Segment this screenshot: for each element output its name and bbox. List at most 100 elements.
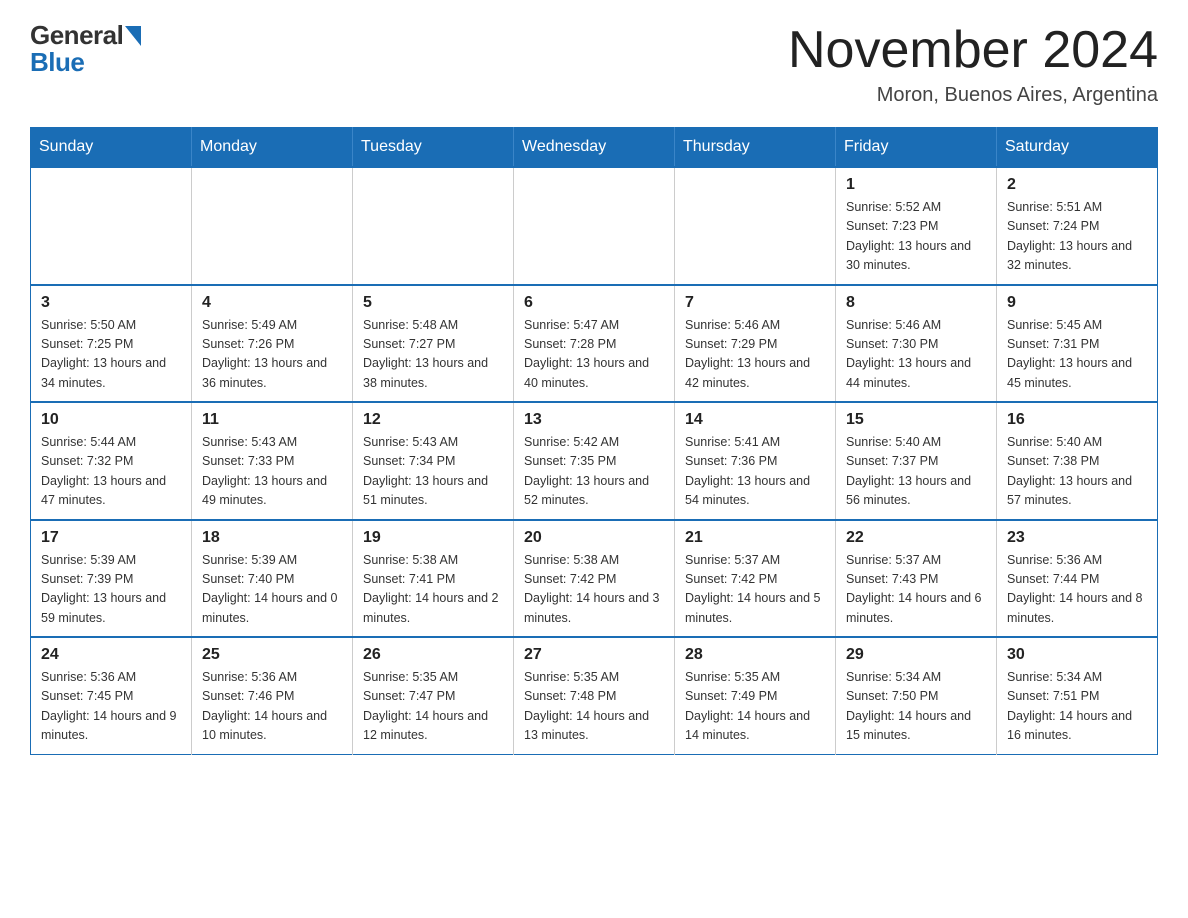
table-row: 28 Sunrise: 5:35 AMSunset: 7:49 PMDayligh… — [675, 637, 836, 754]
day-info: Sunrise: 5:43 AMSunset: 7:33 PMDaylight:… — [202, 433, 342, 511]
day-info: Sunrise: 5:43 AMSunset: 7:34 PMDaylight:… — [363, 433, 503, 511]
day-number: 21 — [685, 529, 825, 547]
calendar-week-row: 10Sunrise: 5:44 AMSunset: 7:32 PMDayligh… — [31, 402, 1158, 520]
day-info: Sunrise: 5:35 AMSunset: 7:48 PMDaylight:… — [524, 668, 664, 746]
day-info: Sunrise: 5:39 AMSunset: 7:40 PMDaylight:… — [202, 551, 342, 629]
day-info: Sunrise: 5:38 AMSunset: 7:41 PMDaylight:… — [363, 551, 503, 629]
day-number: 4 — [202, 294, 342, 312]
header-tuesday: Tuesday — [353, 128, 514, 168]
day-info: Sunrise: 5:41 AMSunset: 7:36 PMDaylight:… — [685, 433, 825, 511]
table-row: 15 Sunrise: 5:40 AMSunset: 7:37 PMDayligh… — [836, 402, 997, 520]
table-row: 5 Sunrise: 5:48 AMSunset: 7:27 PMDaylight… — [353, 285, 514, 403]
day-number: 7 — [685, 294, 825, 312]
day-number: 9 — [1007, 294, 1147, 312]
day-number: 3 — [41, 294, 181, 312]
table-row: 1 Sunrise: 5:52 AMSunset: 7:23 PMDaylight… — [836, 167, 997, 285]
page-title: November 2024 — [788, 20, 1158, 80]
day-info: Sunrise: 5:40 AMSunset: 7:37 PMDaylight:… — [846, 433, 986, 511]
day-number: 11 — [202, 411, 342, 429]
calendar-week-row: 3 Sunrise: 5:50 AMSunset: 7:25 PMDaylight… — [31, 285, 1158, 403]
day-number: 28 — [685, 646, 825, 664]
table-row: 12 Sunrise: 5:43 AMSunset: 7:34 PMDayligh… — [353, 402, 514, 520]
table-row: 23 Sunrise: 5:36 AMSunset: 7:44 PMDayligh… — [997, 520, 1158, 638]
day-number: 30 — [1007, 646, 1147, 664]
day-info: Sunrise: 5:36 AMSunset: 7:44 PMDaylight:… — [1007, 551, 1147, 629]
table-row: 10Sunrise: 5:44 AMSunset: 7:32 PMDayligh… — [31, 402, 192, 520]
table-row: 7 Sunrise: 5:46 AMSunset: 7:29 PMDaylight… — [675, 285, 836, 403]
table-row: 8Sunrise: 5:46 AMSunset: 7:30 PMDaylight… — [836, 285, 997, 403]
weekday-header-row: Sunday Monday Tuesday Wednesday Thursday… — [31, 128, 1158, 168]
day-info: Sunrise: 5:34 AMSunset: 7:51 PMDaylight:… — [1007, 668, 1147, 746]
table-row — [192, 167, 353, 285]
calendar-week-row: 24 Sunrise: 5:36 AMSunset: 7:45 PMDayligh… — [31, 637, 1158, 754]
day-info: Sunrise: 5:48 AMSunset: 7:27 PMDaylight:… — [363, 316, 503, 394]
location-subtitle: Moron, Buenos Aires, Argentina — [788, 84, 1158, 107]
table-row: 21 Sunrise: 5:37 AMSunset: 7:42 PMDayligh… — [675, 520, 836, 638]
logo-blue: Blue — [30, 47, 84, 78]
logo-triangle-icon — [125, 26, 141, 46]
day-info: Sunrise: 5:46 AMSunset: 7:29 PMDaylight:… — [685, 316, 825, 394]
day-info: Sunrise: 5:40 AMSunset: 7:38 PMDaylight:… — [1007, 433, 1147, 511]
table-row: 4 Sunrise: 5:49 AMSunset: 7:26 PMDaylight… — [192, 285, 353, 403]
day-number: 12 — [363, 411, 503, 429]
day-number: 5 — [363, 294, 503, 312]
day-info: Sunrise: 5:50 AMSunset: 7:25 PMDaylight:… — [41, 316, 181, 394]
day-info: Sunrise: 5:35 AMSunset: 7:49 PMDaylight:… — [685, 668, 825, 746]
day-number: 17 — [41, 529, 181, 547]
day-info: Sunrise: 5:45 AMSunset: 7:31 PMDaylight:… — [1007, 316, 1147, 394]
table-row: 13Sunrise: 5:42 AMSunset: 7:35 PMDayligh… — [514, 402, 675, 520]
day-number: 6 — [524, 294, 664, 312]
day-info: Sunrise: 5:37 AMSunset: 7:42 PMDaylight:… — [685, 551, 825, 629]
day-info: Sunrise: 5:51 AMSunset: 7:24 PMDaylight:… — [1007, 198, 1147, 276]
day-number: 14 — [685, 411, 825, 429]
day-info: Sunrise: 5:36 AMSunset: 7:46 PMDaylight:… — [202, 668, 342, 746]
header-sunday: Sunday — [31, 128, 192, 168]
day-info: Sunrise: 5:49 AMSunset: 7:26 PMDaylight:… — [202, 316, 342, 394]
table-row: 18Sunrise: 5:39 AMSunset: 7:40 PMDayligh… — [192, 520, 353, 638]
header-friday: Friday — [836, 128, 997, 168]
day-number: 24 — [41, 646, 181, 664]
table-row: 2 Sunrise: 5:51 AMSunset: 7:24 PMDaylight… — [997, 167, 1158, 285]
day-number: 23 — [1007, 529, 1147, 547]
day-info: Sunrise: 5:46 AMSunset: 7:30 PMDaylight:… — [846, 316, 986, 394]
table-row — [514, 167, 675, 285]
table-row: 24 Sunrise: 5:36 AMSunset: 7:45 PMDayligh… — [31, 637, 192, 754]
table-row — [31, 167, 192, 285]
table-row: 17 Sunrise: 5:39 AMSunset: 7:39 PMDayligh… — [31, 520, 192, 638]
table-row: 29 Sunrise: 5:34 AMSunset: 7:50 PMDayligh… — [836, 637, 997, 754]
table-row — [675, 167, 836, 285]
table-row: 20Sunrise: 5:38 AMSunset: 7:42 PMDayligh… — [514, 520, 675, 638]
header-monday: Monday — [192, 128, 353, 168]
day-number: 29 — [846, 646, 986, 664]
table-row: 6 Sunrise: 5:47 AMSunset: 7:28 PMDaylight… — [514, 285, 675, 403]
table-row: 19 Sunrise: 5:38 AMSunset: 7:41 PMDayligh… — [353, 520, 514, 638]
table-row: 14 Sunrise: 5:41 AMSunset: 7:36 PMDayligh… — [675, 402, 836, 520]
calendar-week-row: 1 Sunrise: 5:52 AMSunset: 7:23 PMDaylight… — [31, 167, 1158, 285]
day-number: 27 — [524, 646, 664, 664]
table-row — [353, 167, 514, 285]
day-info: Sunrise: 5:34 AMSunset: 7:50 PMDaylight:… — [846, 668, 986, 746]
title-block: November 2024 Moron, Buenos Aires, Argen… — [788, 20, 1158, 107]
day-number: 2 — [1007, 176, 1147, 194]
table-row: 22 Sunrise: 5:37 AMSunset: 7:43 PMDayligh… — [836, 520, 997, 638]
day-number: 25 — [202, 646, 342, 664]
day-number: 20 — [524, 529, 664, 547]
day-number: 19 — [363, 529, 503, 547]
day-number: 15 — [846, 411, 986, 429]
table-row: 27 Sunrise: 5:35 AMSunset: 7:48 PMDayligh… — [514, 637, 675, 754]
day-info: Sunrise: 5:39 AMSunset: 7:39 PMDaylight:… — [41, 551, 181, 629]
day-number: 1 — [846, 176, 986, 194]
header-wednesday: Wednesday — [514, 128, 675, 168]
day-info: Sunrise: 5:47 AMSunset: 7:28 PMDaylight:… — [524, 316, 664, 394]
day-number: 22 — [846, 529, 986, 547]
calendar-table: Sunday Monday Tuesday Wednesday Thursday… — [30, 127, 1158, 755]
table-row: 9 Sunrise: 5:45 AMSunset: 7:31 PMDaylight… — [997, 285, 1158, 403]
logo: General Blue — [30, 20, 141, 78]
day-number: 10 — [41, 411, 181, 429]
day-info: Sunrise: 5:52 AMSunset: 7:23 PMDaylight:… — [846, 198, 986, 276]
table-row: 26Sunrise: 5:35 AMSunset: 7:47 PMDayligh… — [353, 637, 514, 754]
day-info: Sunrise: 5:36 AMSunset: 7:45 PMDaylight:… — [41, 668, 181, 746]
day-number: 26 — [363, 646, 503, 664]
day-info: Sunrise: 5:37 AMSunset: 7:43 PMDaylight:… — [846, 551, 986, 629]
page-header: General Blue November 2024 Moron, Buenos… — [30, 20, 1158, 107]
